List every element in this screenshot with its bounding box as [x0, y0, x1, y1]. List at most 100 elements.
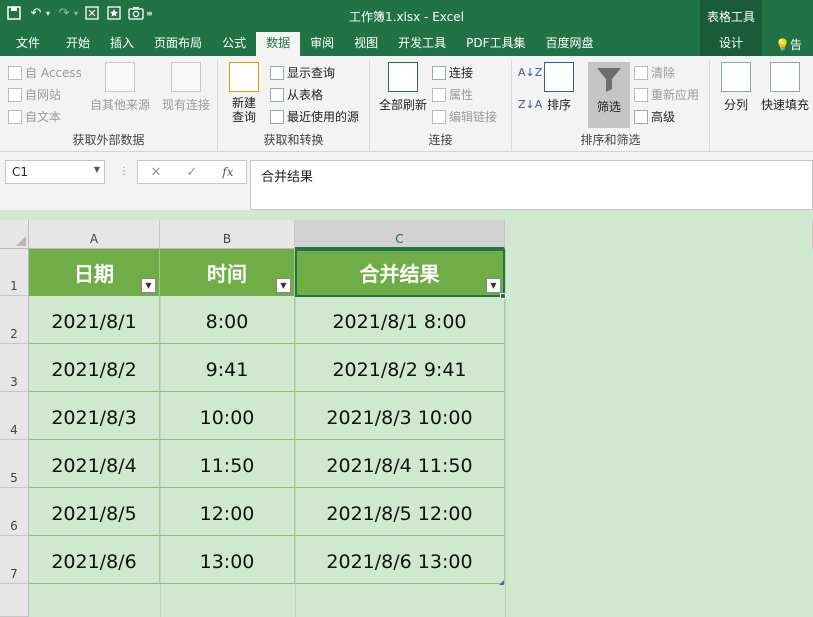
existing-connections-button[interactable]: 现有连接: [160, 62, 212, 113]
table-cell[interactable]: 13:00: [160, 536, 295, 584]
advanced-filter-button[interactable]: 高级: [634, 108, 675, 125]
flash-fill-button[interactable]: 快速填充: [758, 62, 812, 113]
worksheet-grid[interactable]: A B C 1 2 3 4 5 6 7 日期 ▼ 时间 ▼ 合并结果 ▼ 2021/8/1 8:00 2021/8/…: [0, 210, 813, 617]
formula-input[interactable]: 合并结果: [250, 160, 813, 210]
edit-links-button[interactable]: 编辑链接: [432, 108, 497, 125]
row-header[interactable]: 1: [0, 249, 29, 296]
row-header[interactable]: 5: [0, 440, 29, 488]
column-header[interactable]: B: [160, 220, 295, 249]
refresh-all-button[interactable]: 全部刷新: [374, 62, 432, 113]
group-get-transform: 新建 查询 显示查询 从表格 最近使用的源 获取和转换: [218, 60, 370, 152]
column-header[interactable]: A: [29, 220, 160, 249]
confirm-icon[interactable]: ✓: [186, 165, 197, 180]
formula-controls: ✕ ✓ fx: [137, 160, 247, 184]
tab-0[interactable]: 文件: [0, 32, 56, 56]
show-queries-button[interactable]: 显示查询: [270, 64, 335, 81]
insert-function-icon[interactable]: fx: [222, 165, 233, 179]
column-header[interactable]: C: [295, 220, 505, 249]
new-query-button[interactable]: 新建 查询: [224, 62, 264, 124]
tab-1[interactable]: 开始: [56, 32, 100, 56]
row-header[interactable]: 2: [0, 296, 29, 344]
row-number: 7: [10, 567, 18, 581]
filter-dropdown-icon[interactable]: ▼: [486, 278, 501, 293]
row-number: 2: [10, 327, 18, 341]
from-access-button[interactable]: 自 Access: [8, 64, 82, 81]
sort-icon: [544, 62, 574, 92]
column-header-empty: [505, 220, 813, 249]
fill-handle[interactable]: [500, 293, 506, 299]
connections-icon: [432, 65, 446, 80]
row-number: 3: [10, 375, 18, 389]
table-cell[interactable]: 10:00: [160, 392, 295, 440]
table-cell[interactable]: 2021/8/3 10:00: [295, 392, 505, 440]
sort-desc-icon[interactable]: Z↓A: [518, 98, 542, 111]
existing-connections-icon: [171, 62, 201, 92]
tab-2[interactable]: 插入: [100, 32, 144, 56]
edit-links-icon: [432, 109, 446, 124]
table-cell[interactable]: 2021/8/3: [29, 392, 160, 440]
row-header[interactable]: 6: [0, 488, 29, 536]
document-title: 工作簿1.xlsx - Excel: [349, 10, 464, 24]
filter-button[interactable]: 筛选: [588, 62, 630, 128]
group-label: 获取外部数据: [72, 133, 145, 147]
clear-filter-icon: [634, 65, 648, 80]
table-cell[interactable]: 2021/8/4: [29, 440, 160, 488]
tab-7[interactable]: 视图: [344, 32, 388, 56]
header-cell[interactable]: 合并结果 ▼: [295, 249, 505, 296]
tab-11[interactable]: 设计: [700, 32, 762, 56]
cancel-icon[interactable]: ✕: [150, 165, 161, 180]
sort-button[interactable]: 排序: [542, 62, 576, 113]
reapply-button[interactable]: 重新应用: [634, 86, 699, 103]
chevron-down-icon[interactable]: ▼: [94, 165, 100, 174]
table-cell[interactable]: 2021/8/5 12:00: [295, 488, 505, 536]
tab-4[interactable]: 公式: [212, 32, 256, 56]
row-header[interactable]: 3: [0, 344, 29, 392]
advanced-filter-icon: [634, 109, 648, 124]
table-cell[interactable]: 8:00: [160, 296, 295, 344]
table-cell[interactable]: 9:41: [160, 344, 295, 392]
from-text-button[interactable]: 自文本: [8, 108, 61, 125]
filter-dropdown-icon[interactable]: ▼: [276, 278, 291, 293]
header-cell[interactable]: 时间 ▼: [160, 249, 295, 296]
text-to-columns-button[interactable]: 分列: [718, 62, 754, 113]
group-get-external-data: 自 Access 自网站 自文本 自其他来源 现有连接 获取外部数据: [0, 60, 218, 152]
table-cell[interactable]: 2021/8/5: [29, 488, 160, 536]
table-icon: [270, 87, 284, 102]
row-header[interactable]: 4: [0, 392, 29, 440]
group-label: 排序和筛选: [580, 133, 641, 147]
table-resize-handle[interactable]: [499, 580, 504, 585]
table-cell[interactable]: 11:50: [160, 440, 295, 488]
tab-8[interactable]: 开发工具: [388, 32, 456, 56]
tab-9[interactable]: PDF工具集: [456, 32, 535, 56]
recent-sources-button[interactable]: 最近使用的源: [270, 108, 359, 125]
table-cell[interactable]: 2021/8/4 11:50: [295, 440, 505, 488]
from-table-button[interactable]: 从表格: [270, 86, 323, 103]
table-cell[interactable]: 2021/8/6 13:00: [295, 536, 505, 584]
tab-5[interactable]: 数据: [256, 32, 301, 56]
from-other-sources-button[interactable]: 自其他来源: [88, 62, 152, 113]
properties-button[interactable]: 属性: [432, 86, 473, 103]
table-cell[interactable]: 2021/8/2 9:41: [295, 344, 505, 392]
header-cell-label: 时间: [207, 262, 247, 286]
row-header[interactable]: 7: [0, 536, 29, 584]
filter-dropdown-icon[interactable]: ▼: [141, 278, 156, 293]
header-cell[interactable]: 日期 ▼: [29, 249, 160, 296]
table-cell[interactable]: 12:00: [160, 488, 295, 536]
table-cell[interactable]: 2021/8/1 8:00: [295, 296, 505, 344]
sort-asc-icon[interactable]: A↓Z: [518, 66, 542, 79]
show-queries-icon: [270, 65, 284, 80]
connections-button[interactable]: 连接: [432, 64, 473, 81]
clear-filter-button[interactable]: 清除: [634, 64, 675, 81]
tab-6[interactable]: 审阅: [300, 32, 344, 56]
text-file-icon: [8, 109, 22, 124]
table-cell[interactable]: 2021/8/6: [29, 536, 160, 584]
header-cell-label: 合并结果: [359, 262, 440, 286]
tab-10[interactable]: 百度网盘: [536, 32, 604, 56]
name-box[interactable]: C1 ▼: [5, 160, 105, 184]
select-all-corner[interactable]: [0, 220, 29, 249]
tab-3[interactable]: 页面布局: [144, 32, 212, 56]
from-web-button[interactable]: 自网站: [8, 86, 61, 103]
table-cell[interactable]: 2021/8/1: [29, 296, 160, 344]
table-cell[interactable]: 2021/8/2: [29, 344, 160, 392]
row-number: 4: [10, 423, 18, 437]
